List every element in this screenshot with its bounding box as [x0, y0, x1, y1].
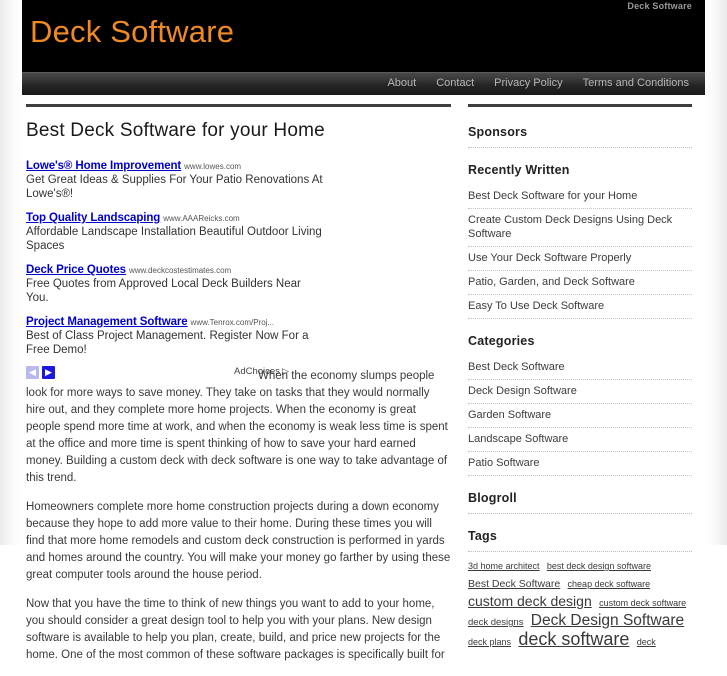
widget-sponsors: Sponsors — [468, 125, 692, 148]
tag-cloud: 3d home architect best deck design softw… — [468, 552, 692, 651]
site-header: Deck Software Deck Software — [22, 0, 705, 72]
sidebar: Sponsors Recently Written Best Deck Soft… — [468, 104, 692, 666]
main-navigation: About Contact Privacy Policy Terms and C… — [22, 72, 705, 95]
ad-unit: Lowe's® Home Improvement www.lowes.com Ge… — [26, 158, 326, 201]
page-title: Best Deck Software for your Home — [26, 120, 325, 141]
ad-description: Affordable Landscape Installation Beauti… — [26, 226, 322, 252]
tag-link[interactable]: custom deck software — [599, 598, 686, 608]
widget-title: Recently Written — [468, 163, 570, 177]
ad-block: Lowe's® Home Improvement www.lowes.com Ge… — [26, 158, 326, 357]
ad-unit: Top Quality Landscaping www.AAAReicks.com… — [26, 210, 326, 253]
list-item[interactable]: Easy To Use Deck Software — [468, 295, 692, 319]
ad-url[interactable]: www.AAAReicks.com — [163, 214, 239, 223]
tag-link[interactable]: deck designs — [468, 617, 523, 628]
tag-link[interactable]: custom deck design — [468, 593, 592, 609]
tag-link[interactable]: 3d home architect — [468, 561, 540, 571]
ad-url[interactable]: www.Tenrox.com/Proj... — [191, 318, 275, 327]
site-title[interactable]: Deck Software — [30, 13, 234, 51]
nav-item-privacy-policy[interactable]: Privacy Policy — [484, 72, 572, 95]
list-item[interactable]: Deck Design Software — [468, 380, 692, 404]
tag-link[interactable]: deck — [637, 637, 656, 647]
list-item[interactable]: Garden Software — [468, 404, 692, 428]
tag-link[interactable]: best deck design software — [547, 561, 651, 571]
list-item[interactable]: Best Deck Software for your Home — [468, 185, 692, 209]
nav-item-contact[interactable]: Contact — [426, 72, 484, 95]
article-paragraph: Now that you have the time to think of n… — [26, 598, 445, 661]
ad-title-link[interactable]: Project Management Software — [26, 316, 188, 328]
ad-description: Best of Class Project Management. Regist… — [26, 330, 309, 356]
tag-link[interactable]: cheap deck software — [568, 579, 651, 589]
page-root: Deck Software Deck Software About Contac… — [0, 0, 727, 661]
site-tagline: Deck Software — [627, 1, 692, 11]
ad-description: Get Great Ideas & Supplies For Your Pati… — [26, 174, 323, 200]
article-paragraph: When the economy slumps people look for … — [26, 370, 448, 484]
widget-title: Blogroll — [468, 491, 517, 505]
ad-title-link[interactable]: Lowe's® Home Improvement — [26, 160, 181, 172]
widget-blogroll: Blogroll — [468, 491, 692, 514]
nav-item-list: About Contact Privacy Policy Terms and C… — [377, 72, 699, 95]
sidebar-top-rule — [468, 104, 692, 107]
recently-written-list: Best Deck Software for your Home Create … — [468, 185, 692, 319]
widget-divider — [468, 513, 692, 514]
ad-title-link[interactable]: Deck Price Quotes — [26, 264, 126, 276]
categories-list: Best Deck Software Deck Design Software … — [468, 356, 692, 476]
tag-link[interactable]: deck software — [518, 629, 629, 649]
nav-item-about[interactable]: About — [377, 72, 426, 95]
nav-item-terms-and-conditions[interactable]: Terms and Conditions — [573, 72, 699, 95]
tag-link[interactable]: Best Deck Software — [468, 578, 560, 590]
tag-link[interactable]: Deck Design Software — [531, 612, 684, 629]
widget-recently-written: Recently Written Best Deck Software for … — [468, 163, 692, 319]
ad-unit: Project Management Software www.Tenrox.co… — [26, 314, 326, 357]
widget-categories: Categories Best Deck Software Deck Desig… — [468, 334, 692, 476]
widget-divider — [468, 147, 692, 148]
ad-unit: Deck Price Quotes www.deckcostestimates.c… — [26, 262, 326, 305]
ad-url[interactable]: www.lowes.com — [184, 162, 241, 171]
widget-title: Sponsors — [468, 125, 528, 139]
main-content: Best Deck Software for your Home Lowe's®… — [26, 104, 451, 676]
list-item[interactable]: Landscape Software — [468, 428, 692, 452]
list-item[interactable]: Best Deck Software — [468, 356, 692, 380]
list-item[interactable]: Patio Software — [468, 452, 692, 476]
widget-tags: Tags 3d home architect best deck design … — [468, 529, 692, 651]
ad-description: Free Quotes from Approved Local Deck Bui… — [26, 278, 301, 304]
ad-title-link[interactable]: Top Quality Landscaping — [26, 212, 160, 224]
list-item[interactable]: Create Custom Deck Designs Using Deck So… — [468, 209, 692, 247]
list-item[interactable]: Patio, Garden, and Deck Software — [468, 271, 692, 295]
list-item[interactable]: Use Your Deck Software Properly — [468, 247, 692, 271]
widget-title: Categories — [468, 334, 535, 348]
widget-title: Tags — [468, 529, 498, 543]
article-paragraph: Homeowners complete more home constructi… — [26, 501, 451, 581]
content-top-rule — [26, 104, 451, 107]
article-body: When the economy slumps people look for … — [26, 368, 451, 664]
tag-link[interactable]: deck plans — [468, 637, 511, 647]
ad-url[interactable]: www.deckcostestimates.com — [129, 266, 231, 275]
